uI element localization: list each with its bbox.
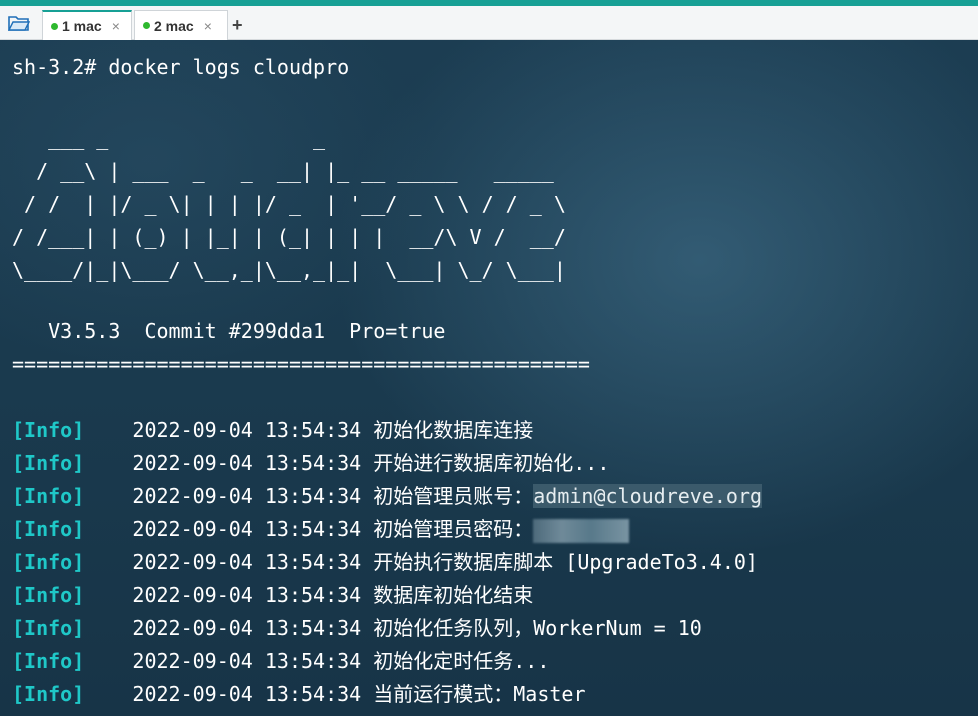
redacted-password	[533, 518, 630, 543]
log-level-tag: [Info]	[12, 484, 85, 508]
log-line: [Info] 2022-09-04 13:54:34 开始执行数据库脚本 [Up…	[12, 546, 758, 579]
terminal-output[interactable]: sh-3.2# docker logs cloudpro ___ _ _ / _…	[0, 40, 978, 716]
tab-bar: 1 mac × 2 mac × +	[0, 6, 978, 40]
log-message: 初始管理员密码：	[373, 517, 534, 541]
tab-label: 2 mac	[154, 17, 194, 34]
close-tab-icon[interactable]: ×	[204, 18, 212, 34]
log-line: [Info] 2022-09-04 13:54:34 初始化任务队列，Worke…	[12, 612, 702, 645]
log-message: 初始化定时任务...	[373, 649, 550, 673]
log-level-tag: [Info]	[12, 682, 85, 706]
log-line: [Info] 2022-09-04 13:54:34 初始管理员账号：admin…	[12, 480, 763, 513]
tab-2-mac[interactable]: 2 mac ×	[134, 10, 228, 40]
log-message: 开始进行数据库初始化...	[373, 451, 610, 475]
close-tab-icon[interactable]: ×	[112, 18, 120, 34]
log-level-tag: [Info]	[12, 649, 85, 673]
log-line: [Info] 2022-09-04 13:54:34 初始管理员密码：	[12, 513, 630, 546]
log-level-tag: [Info]	[12, 517, 85, 541]
log-timestamp: 2022-09-04 13:54:34	[132, 616, 362, 640]
log-message: 初始化任务队列，WorkerNum = 10	[373, 616, 702, 640]
add-tab-icon[interactable]: +	[232, 15, 243, 36]
log-line: [Info] 2022-09-04 13:54:34 初始化定时任务...	[12, 645, 549, 678]
log-line: [Info] 2022-09-04 13:54:34 初始化数据库连接	[12, 414, 533, 447]
log-timestamp: 2022-09-04 13:54:34	[132, 517, 362, 541]
tab-1-mac[interactable]: 1 mac ×	[42, 10, 132, 40]
log-level-tag: [Info]	[12, 550, 85, 574]
log-level-tag: [Info]	[12, 451, 85, 475]
folder-icon[interactable]	[4, 11, 34, 35]
log-timestamp: 2022-09-04 13:54:34	[132, 550, 362, 574]
log-message: 初始化数据库连接	[373, 418, 534, 442]
log-message: 当前运行模式：Master	[373, 682, 586, 706]
session-status-dot	[143, 22, 150, 29]
command-prompt: sh-3.2# docker logs cloudpro	[12, 55, 350, 79]
cloudreve-ascii-banner: ___ _ _ / __\ | ___ _ _ __| |_ __ _____ …	[12, 126, 566, 282]
log-timestamp: 2022-09-04 13:54:34	[132, 484, 362, 508]
log-timestamp: 2022-09-04 13:54:34	[132, 451, 362, 475]
log-line: [Info] 2022-09-04 13:54:34 数据库初始化结束	[12, 579, 533, 612]
admin-account-value: admin@cloudreve.org	[533, 484, 763, 508]
session-status-dot	[51, 22, 58, 30]
log-timestamp: 2022-09-04 13:54:34	[132, 583, 362, 607]
log-line: [Info] 2022-09-04 13:54:34 开始进行数据库初始化...	[12, 447, 609, 480]
log-timestamp: 2022-09-04 13:54:34	[132, 649, 362, 673]
log-line: [Info] 2022-09-04 13:54:34 当前运行模式：Master	[12, 678, 586, 711]
tab-label: 1 mac	[62, 18, 102, 34]
log-level-tag: [Info]	[12, 418, 85, 442]
log-timestamp: 2022-09-04 13:54:34	[132, 418, 362, 442]
log-level-tag: [Info]	[12, 583, 85, 607]
log-message: 开始执行数据库脚本 [UpgradeTo3.4.0]	[373, 550, 758, 574]
version-line: V3.5.3 Commit #299dda1 Pro=true	[12, 319, 446, 343]
log-timestamp: 2022-09-04 13:54:34	[132, 682, 362, 706]
log-level-tag: [Info]	[12, 616, 85, 640]
separator-line: ========================================…	[12, 352, 590, 376]
log-message: 数据库初始化结束	[373, 583, 534, 607]
log-message: 初始管理员账号：	[373, 484, 534, 508]
